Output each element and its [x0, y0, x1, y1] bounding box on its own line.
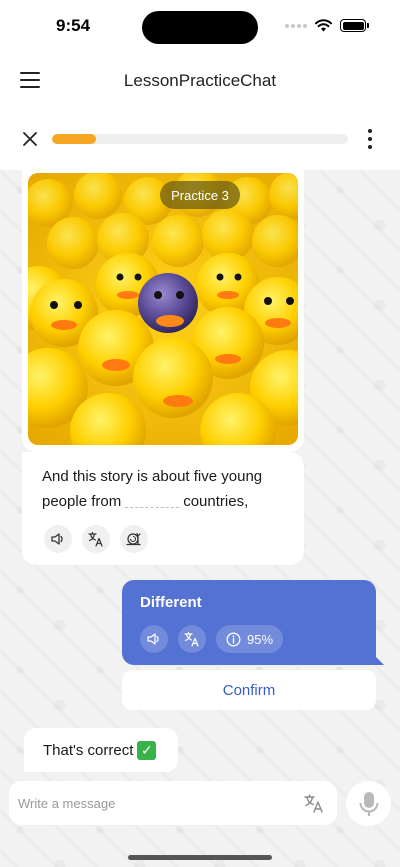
confirm-button[interactable]: Confirm [122, 670, 376, 710]
lesson-progress-row [0, 108, 400, 170]
status-time: 9:54 [56, 16, 91, 35]
answer-blank [125, 494, 180, 508]
battery-icon [340, 19, 369, 32]
feedback-text: That's correct [43, 741, 134, 759]
lesson-image-card: Practice 3 [22, 170, 304, 452]
wifi-icon [315, 19, 332, 32]
progress-bar-fill [52, 134, 97, 144]
speaker-button[interactable] [44, 525, 72, 553]
translate-button[interactable] [82, 525, 110, 553]
speaker-icon [51, 533, 63, 545]
translate-icon [184, 631, 199, 647]
question-bubble: And this story is about five young peopl… [22, 452, 304, 565]
pronunciation-score: 95% [247, 631, 274, 647]
lesson-image-ducks: Practice 3 [28, 173, 298, 445]
answer-translate-button[interactable] [178, 625, 206, 653]
status-bar: 9:54 [0, 0, 400, 54]
feedback-bubble: That's correct ✓ [24, 728, 178, 772]
dynamic-island [142, 11, 258, 44]
translate-icon [88, 531, 103, 547]
speaker-icon [147, 633, 159, 645]
close-icon[interactable] [20, 129, 40, 149]
snail-icon [126, 532, 141, 546]
microphone-button[interactable] [346, 781, 391, 826]
app-header: LessonPracticeChat [0, 54, 400, 108]
translate-icon[interactable] [303, 792, 325, 814]
answer-text: Different [140, 594, 202, 611]
question-actions [44, 525, 148, 553]
progress-bar [52, 134, 348, 144]
practice-badge: Practice 3 [160, 181, 240, 209]
home-indicator [128, 855, 272, 860]
check-mark-icon: ✓ [137, 740, 157, 760]
message-input[interactable] [9, 781, 337, 825]
answer-actions: 95% [140, 625, 284, 653]
composer [0, 781, 400, 841]
answer-bubble: Different 95% [122, 580, 384, 665]
slow-audio-button[interactable] [120, 525, 148, 553]
status-indicators [285, 19, 369, 32]
question-text-part2: countries, [183, 493, 249, 510]
pronunciation-score-button[interactable]: 95% [216, 625, 284, 653]
cellular-signal-icon [285, 23, 307, 28]
more-vertical-icon[interactable] [366, 129, 374, 149]
page-title: LessonPracticeChat [123, 71, 277, 90]
question-text: And this story is about five young peopl… [42, 464, 284, 514]
info-icon [226, 632, 241, 646]
chat-area: Practice 3 And this story is about five … [0, 170, 400, 867]
microphone-icon [359, 791, 378, 816]
answer-speaker-button[interactable] [140, 625, 168, 653]
